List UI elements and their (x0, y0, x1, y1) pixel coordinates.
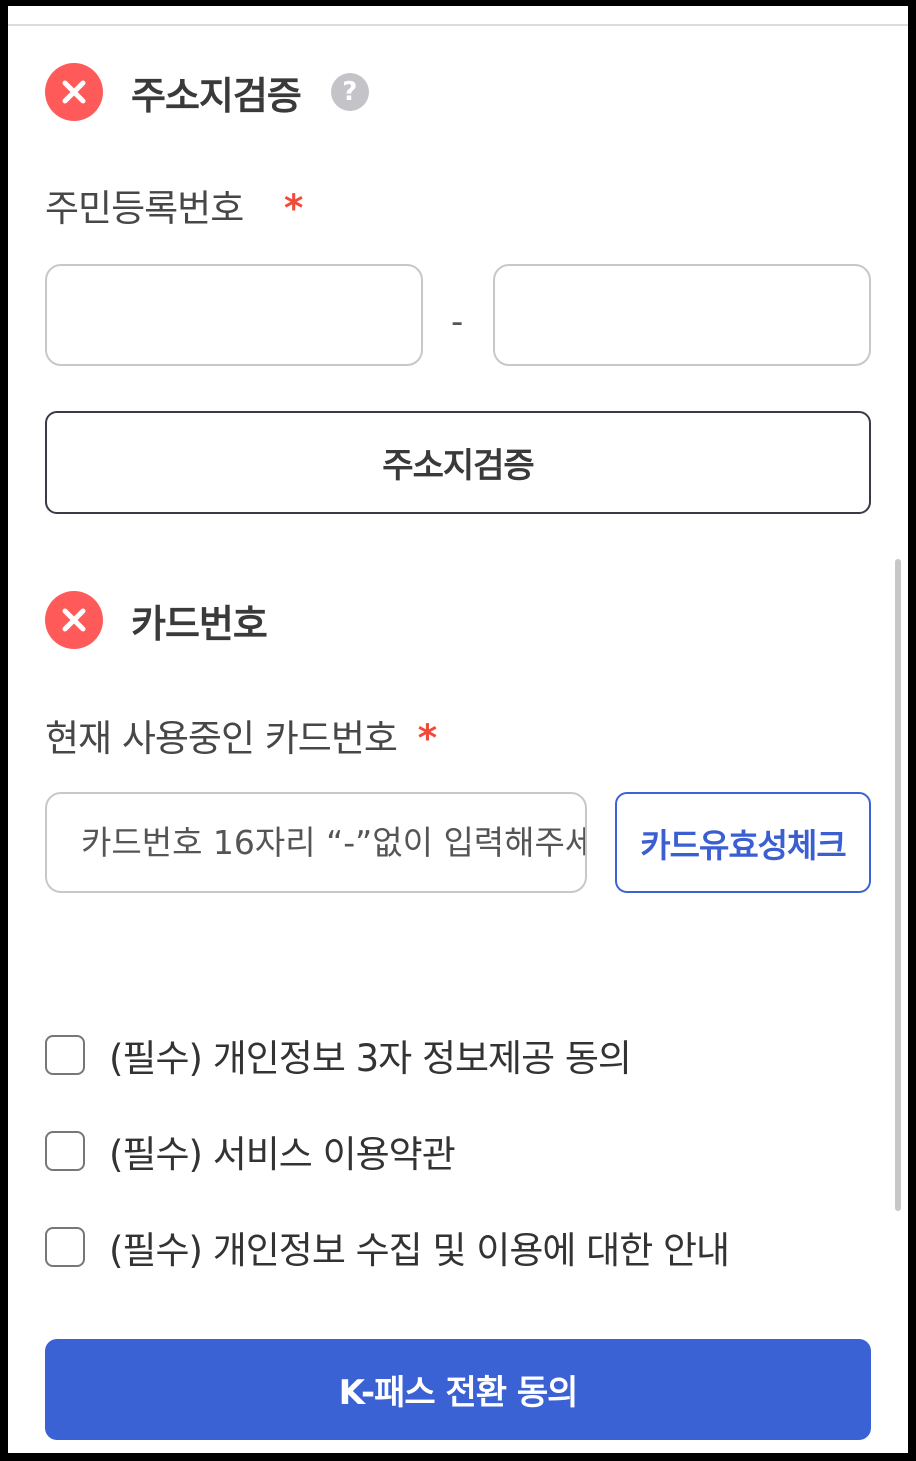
x-circle-icon (45, 63, 103, 121)
kpass-convert-agree-button[interactable]: K-패스 전환 동의 (45, 1339, 871, 1440)
resident-number-second-input[interactable] (493, 264, 871, 366)
x-circle-icon (45, 591, 103, 649)
agreement-checkbox[interactable] (45, 1131, 85, 1171)
close-icon (62, 80, 86, 104)
agreement-label[interactable]: (필수) 서비스 이용약관 (109, 1124, 456, 1178)
close-icon (62, 608, 86, 632)
top-divider (8, 24, 908, 26)
card-validity-check-button[interactable]: 카드유효성체크 (615, 792, 871, 893)
agreement-checkbox[interactable] (45, 1035, 85, 1075)
address-section-header: 주소지검증 ? (45, 63, 369, 121)
agreement-checkbox[interactable] (45, 1227, 85, 1267)
required-mark: * (284, 187, 303, 230)
card-number-label-text: 현재 사용중인 카드번호 (45, 717, 398, 760)
resident-number-label-text: 주민등록번호 (45, 187, 244, 230)
scrollbar[interactable] (895, 559, 901, 1211)
card-section-header: 카드번호 (45, 591, 268, 649)
agreement-row[interactable]: (필수) 서비스 이용약관 (45, 1124, 456, 1178)
help-glyph: ? (342, 77, 358, 107)
agreement-label[interactable]: (필수) 개인정보 3자 정보제공 동의 (109, 1028, 632, 1082)
resident-number-separator: - (451, 302, 464, 342)
question-circle-icon[interactable]: ? (330, 73, 369, 111)
resident-number-first-input[interactable] (45, 264, 423, 366)
card-number-input[interactable]: 카드번호 16자리 “-”없이 입력해주세요 (45, 792, 587, 893)
form-screen: 주소지검증 ? 주민등록번호 * - 주소지검증 카드번호 현재 사용중인 카드… (8, 6, 908, 1453)
verify-address-button[interactable]: 주소지검증 (45, 411, 871, 514)
agreement-row[interactable]: (필수) 개인정보 3자 정보제공 동의 (45, 1028, 632, 1082)
resident-number-label: 주민등록번호 * (45, 178, 303, 232)
agreement-label[interactable]: (필수) 개인정보 수집 및 이용에 대한 안내 (109, 1220, 730, 1274)
agreement-row[interactable]: (필수) 개인정보 수집 및 이용에 대한 안내 (45, 1220, 730, 1274)
required-mark: * (417, 717, 437, 760)
address-section-title: 주소지검증 (131, 73, 302, 118)
card-section-title: 카드번호 (131, 601, 268, 646)
card-number-label: 현재 사용중인 카드번호 * (45, 708, 437, 762)
